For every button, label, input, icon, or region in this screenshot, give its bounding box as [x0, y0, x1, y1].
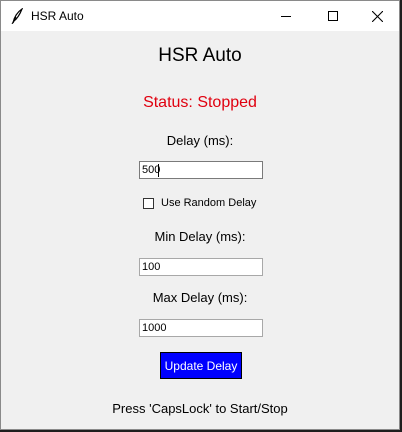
main-content: HSR Auto Status: Stopped Delay (ms): Use…	[1, 31, 399, 431]
random-delay-checkbox[interactable]	[143, 197, 154, 209]
status-text: Status: Stopped	[143, 94, 257, 111]
update-delay-button[interactable]: Update Delay	[160, 352, 242, 379]
maximize-icon	[327, 11, 338, 21]
random-delay-label[interactable]: Use Random Delay	[161, 197, 256, 209]
random-delay-checkbox-row[interactable]: Use Random Delay	[143, 196, 256, 210]
app-window: HSR Auto HSR Auto Status: Stopped Delay …	[0, 0, 400, 430]
min-delay-input[interactable]	[139, 258, 263, 276]
app-heading: HSR Auto	[158, 45, 242, 66]
max-delay-label: Max Delay (ms):	[152, 290, 248, 305]
text-cursor	[158, 164, 159, 177]
maximize-button[interactable]	[310, 1, 355, 31]
minimize-icon	[280, 16, 291, 17]
window-title: HSR Auto	[31, 9, 84, 23]
close-icon	[372, 10, 383, 22]
footer-hint: Press 'CapsLock' to Start/Stop	[112, 401, 288, 416]
minimize-button[interactable]	[263, 1, 308, 31]
delay-label: Delay (ms):	[166, 133, 234, 148]
min-delay-label: Min Delay (ms):	[154, 229, 246, 244]
title-bar[interactable]: HSR Auto	[1, 1, 399, 31]
feather-icon	[10, 7, 24, 25]
close-button[interactable]	[355, 1, 400, 31]
max-delay-input[interactable]	[139, 319, 263, 337]
